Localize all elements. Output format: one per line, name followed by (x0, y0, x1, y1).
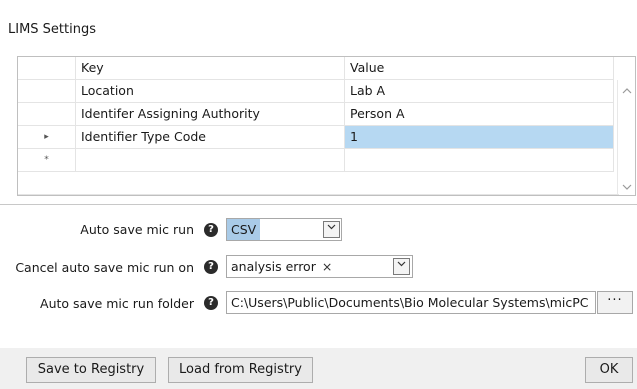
auto-save-folder-input[interactable]: C:\Users\Public\Documents\Bio Molecular … (226, 291, 596, 314)
key-cell[interactable]: Identifier Type Code (76, 126, 345, 149)
table-row[interactable]: Location Lab A (18, 80, 619, 103)
value-cell[interactable] (345, 149, 614, 172)
column-header-value[interactable]: Value (345, 57, 614, 80)
window-title: LIMS Settings (8, 22, 96, 37)
chevron-up-icon[interactable] (622, 86, 632, 96)
divider (0, 204, 637, 205)
key-cell[interactable] (76, 149, 345, 172)
help-circle-icon[interactable]: ? (204, 260, 218, 274)
grid-header-row: Key Value (18, 57, 619, 80)
row-header-corner (18, 57, 76, 80)
key-cell[interactable]: Identifer Assigning Authority (76, 103, 345, 126)
chip-label: analysis error (231, 259, 316, 274)
table-row-selected[interactable]: ▸ Identifier Type Code 1 (18, 126, 619, 149)
lims-settings-window: LIMS Settings Key Value Location Lab A I… (0, 0, 637, 389)
help-circle-icon[interactable]: ? (204, 223, 218, 237)
load-from-registry-button[interactable]: Load from Registry (168, 357, 313, 383)
auto-save-format-select[interactable]: CSV (226, 218, 342, 241)
browse-folder-button[interactable]: ··· (597, 291, 633, 314)
chevron-down-icon[interactable] (393, 258, 410, 275)
save-to-registry-button[interactable]: Save to Registry (26, 357, 156, 383)
cancel-auto-save-select[interactable]: analysis error × (226, 255, 413, 278)
vertical-scrollbar[interactable] (617, 80, 635, 195)
auto-save-format-value: CSV (227, 219, 261, 240)
chevron-down-icon[interactable] (622, 182, 632, 192)
new-row[interactable]: * (18, 149, 619, 172)
key-cell[interactable]: Location (76, 80, 345, 103)
value-cell[interactable]: 1 (345, 126, 614, 149)
row-selector[interactable] (18, 103, 76, 126)
chevron-down-icon[interactable] (323, 221, 340, 238)
table-row[interactable]: Identifer Assigning Authority Person A (18, 103, 619, 126)
grid-bottom-border (18, 194, 619, 195)
auto-save-folder-label: Auto save mic run folder (40, 296, 194, 311)
column-header-key[interactable]: Key (76, 57, 345, 80)
current-row-arrow-icon[interactable]: ▸ (18, 126, 76, 149)
help-circle-icon[interactable]: ? (204, 296, 218, 310)
settings-grid[interactable]: Key Value Location Lab A Identifer Assig… (17, 56, 636, 196)
ok-button[interactable]: OK (585, 357, 633, 383)
button-bar: Save to Registry Load from Registry OK (0, 348, 637, 389)
close-icon[interactable]: × (322, 256, 332, 277)
analysis-error-chip: analysis error × (231, 256, 332, 277)
row-selector[interactable] (18, 80, 76, 103)
new-row-asterisk-icon[interactable]: * (18, 149, 76, 172)
auto-save-label: Auto save mic run (80, 222, 194, 237)
value-cell[interactable]: Person A (345, 103, 614, 126)
cancel-auto-save-label: Cancel auto save mic run on (15, 260, 194, 275)
value-cell[interactable]: Lab A (345, 80, 614, 103)
